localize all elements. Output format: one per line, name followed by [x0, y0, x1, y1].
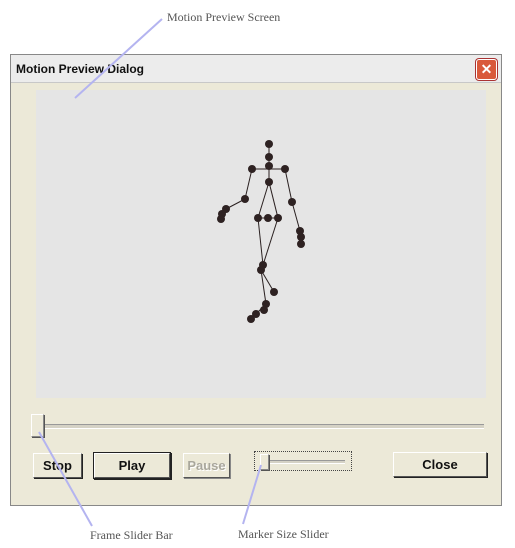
skeleton-bone — [257, 181, 270, 219]
marker-size-track[interactable] — [265, 460, 345, 464]
skeleton-marker — [217, 215, 225, 223]
close-button[interactable]: Close — [393, 452, 487, 477]
skeleton-marker — [265, 178, 273, 186]
skeleton-marker — [241, 195, 249, 203]
skeleton-bone — [262, 217, 279, 266]
skeleton-bone — [291, 201, 301, 232]
skeleton-bone — [244, 168, 253, 200]
skeleton-marker — [265, 153, 273, 161]
skeleton-bone — [284, 168, 293, 203]
play-button[interactable]: Play — [94, 453, 170, 478]
frame-slider-thumb[interactable] — [31, 414, 44, 437]
skeleton-marker — [281, 165, 289, 173]
skeleton-marker — [288, 198, 296, 206]
motion-preview-dialog: Motion Preview Dialog ✕ Stop Play Pause … — [10, 54, 502, 506]
title-bar: Motion Preview Dialog ✕ — [11, 55, 501, 83]
skeleton-bone — [268, 181, 279, 219]
close-window-icon[interactable]: ✕ — [476, 59, 497, 80]
skeleton-marker — [265, 140, 273, 148]
dialog-title: Motion Preview Dialog — [16, 62, 145, 76]
skeleton-marker — [247, 315, 255, 323]
motion-preview-screen — [36, 90, 486, 398]
frame-slider-track[interactable] — [36, 424, 484, 429]
pause-button: Pause — [183, 453, 230, 478]
skeleton-marker — [297, 240, 305, 248]
marker-size-thumb[interactable] — [260, 454, 269, 470]
skeleton-figure — [217, 140, 305, 323]
skeleton-marker — [254, 214, 262, 222]
marker-size-slider[interactable] — [254, 451, 352, 471]
skeleton-marker — [260, 306, 268, 314]
skeleton-bone — [257, 217, 264, 266]
frame-slider-callout: Frame Slider Bar — [90, 528, 173, 542]
skeleton-marker — [297, 233, 305, 241]
skeleton-marker — [248, 165, 256, 173]
skeleton-marker — [257, 266, 265, 274]
skeleton-marker — [274, 214, 282, 222]
skeleton-marker — [270, 288, 278, 296]
stop-button[interactable]: Stop — [33, 453, 82, 478]
skeleton-marker — [265, 162, 273, 170]
marker-slider-callout: Marker Size Slider — [238, 527, 329, 541]
preview-screen-callout: Motion Preview Screen — [167, 10, 281, 24]
skeleton-marker — [264, 214, 272, 222]
